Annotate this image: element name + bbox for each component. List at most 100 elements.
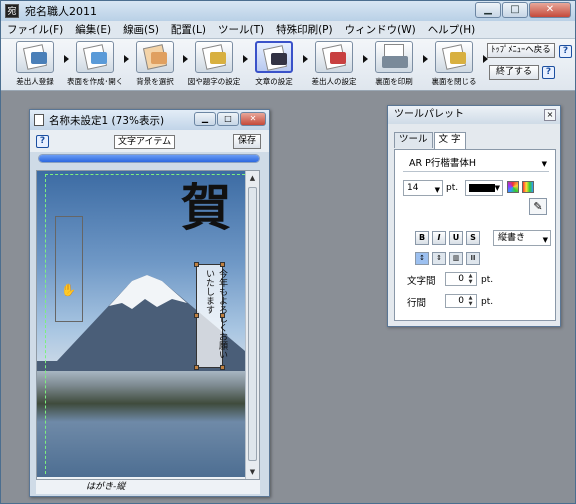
color-palette-icon[interactable] xyxy=(507,181,519,193)
italic-button[interactable]: I xyxy=(432,231,446,245)
top-menu-button[interactable]: ﾄｯﾌﾟﾒﾆｭｰへ戻る xyxy=(487,43,555,58)
greeting-text: 今年もよろしくお願いいたします xyxy=(204,269,227,359)
scroll-thumb[interactable] xyxy=(248,187,257,461)
align-top-button[interactable]: ↕ xyxy=(415,252,429,265)
title-bar: 宛 宛名職人2011 ▁ □ ✕ xyxy=(1,1,575,21)
document-window: 名称未設定1 (73%表示) ▁ □ ✕ ? 文字アイテム 保存 ✋ 賀 今年も… xyxy=(29,109,270,497)
help-icon[interactable]: ? xyxy=(36,135,49,148)
line-spacing-unit: pt. xyxy=(481,297,494,307)
font-select[interactable]: AR P行楷書体H ▼ xyxy=(403,156,549,172)
tab-tool[interactable]: ツール xyxy=(394,132,433,148)
save-button[interactable]: 保存 xyxy=(233,134,261,149)
palette-title: ツールパレット xyxy=(388,106,560,124)
chevron-down-icon: ▼ xyxy=(541,160,547,168)
item-type-label: 文字アイテム xyxy=(114,135,176,149)
step-create-open[interactable]: 表面を作成･開く xyxy=(67,41,123,89)
progress-fill xyxy=(39,155,259,162)
bold-button[interactable]: B xyxy=(415,231,429,245)
step-text-settings[interactable]: 文章の設定 xyxy=(246,41,302,89)
chevron-down-icon: ▼ xyxy=(434,186,440,194)
text-color-select[interactable]: ▼ xyxy=(465,180,503,196)
menu-edit[interactable]: 編集(E) xyxy=(69,22,117,37)
menu-file[interactable]: ファイル(F) xyxy=(1,22,69,37)
text-color-swatch xyxy=(469,184,495,192)
step-picture-title[interactable]: 図や題字の設定 xyxy=(186,41,242,89)
exit-button[interactable]: 終了する xyxy=(489,65,539,80)
char-spacing-stepper[interactable]: 0 ▲ ▼ xyxy=(445,272,477,286)
close-button[interactable]: ✕ xyxy=(529,2,571,18)
app-window: 宛 宛名職人2011 ▁ □ ✕ ファイル(F) 編集(E) 線画(S) 配置(… xyxy=(0,0,576,504)
menu-tools[interactable]: ツール(T) xyxy=(212,22,270,37)
menu-window[interactable]: ウィンドウ(W) xyxy=(339,22,422,37)
doc-close-button[interactable]: ✕ xyxy=(240,112,266,126)
line-spacing-label: 行間 xyxy=(407,298,427,309)
eyedropper-icon[interactable]: ✎ xyxy=(529,198,547,215)
document-icon xyxy=(34,114,44,126)
selection-frame[interactable] xyxy=(55,216,83,322)
vertical-scrollbar[interactable]: ▲ ▼ xyxy=(245,171,259,479)
greeting-text-box[interactable]: 今年もよろしくお願いいたします xyxy=(194,262,227,370)
card-register-icon xyxy=(16,41,54,73)
menu-help[interactable]: ヘルプ(H) xyxy=(422,22,482,37)
text-settings-icon xyxy=(255,41,293,73)
stepper-arrows-icon[interactable]: ▲ ▼ xyxy=(466,273,475,285)
resize-handle[interactable] xyxy=(220,313,225,318)
align-bottom-button[interactable]: ▥ xyxy=(449,252,463,265)
line-spacing-stepper[interactable]: 0 ▲ ▼ xyxy=(445,294,477,308)
doc-minimize-button[interactable]: ▁ xyxy=(194,112,216,126)
document-toolbar: ? 文字アイテム 保存 xyxy=(30,130,269,152)
gradient-color-icon[interactable] xyxy=(522,181,534,193)
text-direction-select[interactable]: 縦書き ▼ xyxy=(493,230,551,246)
stepper-arrows-icon[interactable]: ▲ ▼ xyxy=(466,295,475,307)
hand-cursor-icon: ✋ xyxy=(61,283,76,297)
chevron-down-icon: ▼ xyxy=(542,236,548,244)
resize-handle[interactable] xyxy=(194,262,199,267)
shadow-button[interactable]: S xyxy=(466,231,480,245)
app-logo-icon: 宛 xyxy=(5,4,19,18)
postcard-preview[interactable]: ✋ 賀 今年もよろしくお願いいたします xyxy=(37,171,245,477)
printer-icon xyxy=(375,41,413,73)
resize-handle[interactable] xyxy=(220,365,225,370)
card-canvas[interactable]: ✋ 賀 今年もよろしくお願いいたします ▲ ▼ xyxy=(36,170,260,480)
document-title: 名称未設定1 (73%表示) xyxy=(49,114,165,127)
resize-handle[interactable] xyxy=(194,365,199,370)
menu-special-print[interactable]: 特殊印刷(P) xyxy=(270,22,339,37)
scroll-down-icon[interactable]: ▼ xyxy=(246,465,259,479)
help-icon[interactable]: ? xyxy=(542,66,555,79)
step-sender-settings[interactable]: 差出人の設定 xyxy=(306,41,362,89)
step-sender-register[interactable]: 差出人登録 xyxy=(7,41,63,89)
close-card-icon xyxy=(435,41,473,73)
char-spacing-label: 文字間 xyxy=(407,276,436,287)
align-center-button[interactable]: ⇕ xyxy=(432,252,446,265)
doc-maximize-button[interactable]: □ xyxy=(217,112,239,126)
size-unit-label: pt. xyxy=(446,183,459,193)
paper-size-label: はがき-縦 xyxy=(36,480,260,494)
workflow-toolbar: 差出人登録 表面を作成･開く 背景を選択 図や題字の設定 文章の設定 差出人の設… xyxy=(1,39,575,91)
palette-close-button[interactable]: × xyxy=(544,109,556,121)
tab-text[interactable]: 文 字 xyxy=(433,132,466,149)
picture-icon xyxy=(195,41,233,73)
help-icon[interactable]: ? xyxy=(559,45,572,58)
scroll-up-icon[interactable]: ▲ xyxy=(246,171,259,185)
align-justify-button[interactable]: Ⅲ xyxy=(466,252,480,265)
progress-bar xyxy=(38,154,260,163)
document-title-bar: 名称未設定1 (73%表示) ▁ □ ✕ xyxy=(30,110,269,130)
menu-drawing[interactable]: 線画(S) xyxy=(117,22,165,37)
step-print-back[interactable]: 裏面を印刷 xyxy=(366,41,422,89)
card-open-icon xyxy=(76,41,114,73)
resize-handle[interactable] xyxy=(220,262,225,267)
char-spacing-unit: pt. xyxy=(481,275,494,285)
step-background[interactable]: 背景を選択 xyxy=(127,41,183,89)
menu-layout[interactable]: 配置(L) xyxy=(165,22,212,37)
background-icon xyxy=(136,41,174,73)
font-size-select[interactable]: 14 ▼ xyxy=(403,180,443,196)
maximize-button[interactable]: □ xyxy=(502,2,528,18)
greeting-kanji[interactable]: 賀 xyxy=(173,181,232,231)
step-close-back[interactable]: 裏面を閉じる xyxy=(426,41,482,89)
app-title: 宛名職人2011 xyxy=(25,5,97,18)
resize-handle[interactable] xyxy=(194,313,199,318)
outline-button[interactable]: U xyxy=(449,231,463,245)
minimize-button[interactable]: ▁ xyxy=(475,2,501,18)
tool-palette: ツールパレット × ツール 文 字 AR P行楷書体H ▼ 14 ▼ pt. ▼… xyxy=(387,105,561,327)
menu-bar: ファイル(F) 編集(E) 線画(S) 配置(L) ツール(T) 特殊印刷(P)… xyxy=(1,21,575,39)
